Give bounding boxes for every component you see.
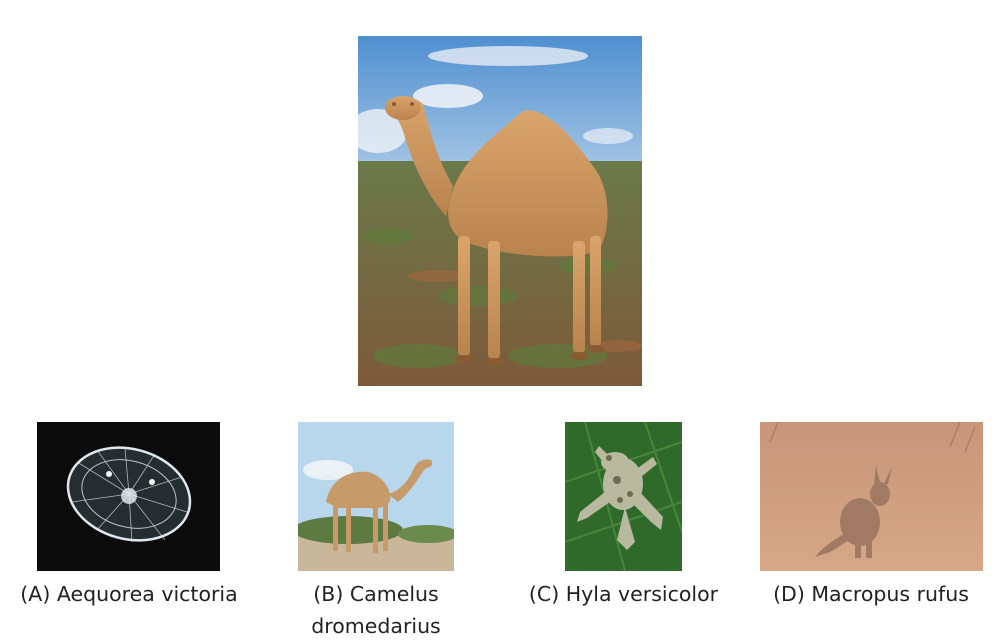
option-c-caption: (C) Hyla versicolor xyxy=(528,582,719,606)
option-b-caption: (B) Camelus dromedarius xyxy=(274,578,478,642)
option-b-camel-photo[interactable] xyxy=(298,422,454,571)
option-b-caption-line1: (B) Camelus xyxy=(313,582,439,606)
option-a-caption: (A) Aequorea victoria xyxy=(20,582,238,606)
option-b-caption-line2: dromedarius xyxy=(311,614,441,638)
option-a-jellyfish-photo[interactable] xyxy=(37,422,220,571)
option-c-tree-frog-photo[interactable] xyxy=(565,422,682,571)
main-camel-photo xyxy=(358,36,642,386)
option-d-kangaroo-photo[interactable] xyxy=(760,422,983,571)
option-d-caption: (D) Macropus rufus xyxy=(773,582,969,606)
